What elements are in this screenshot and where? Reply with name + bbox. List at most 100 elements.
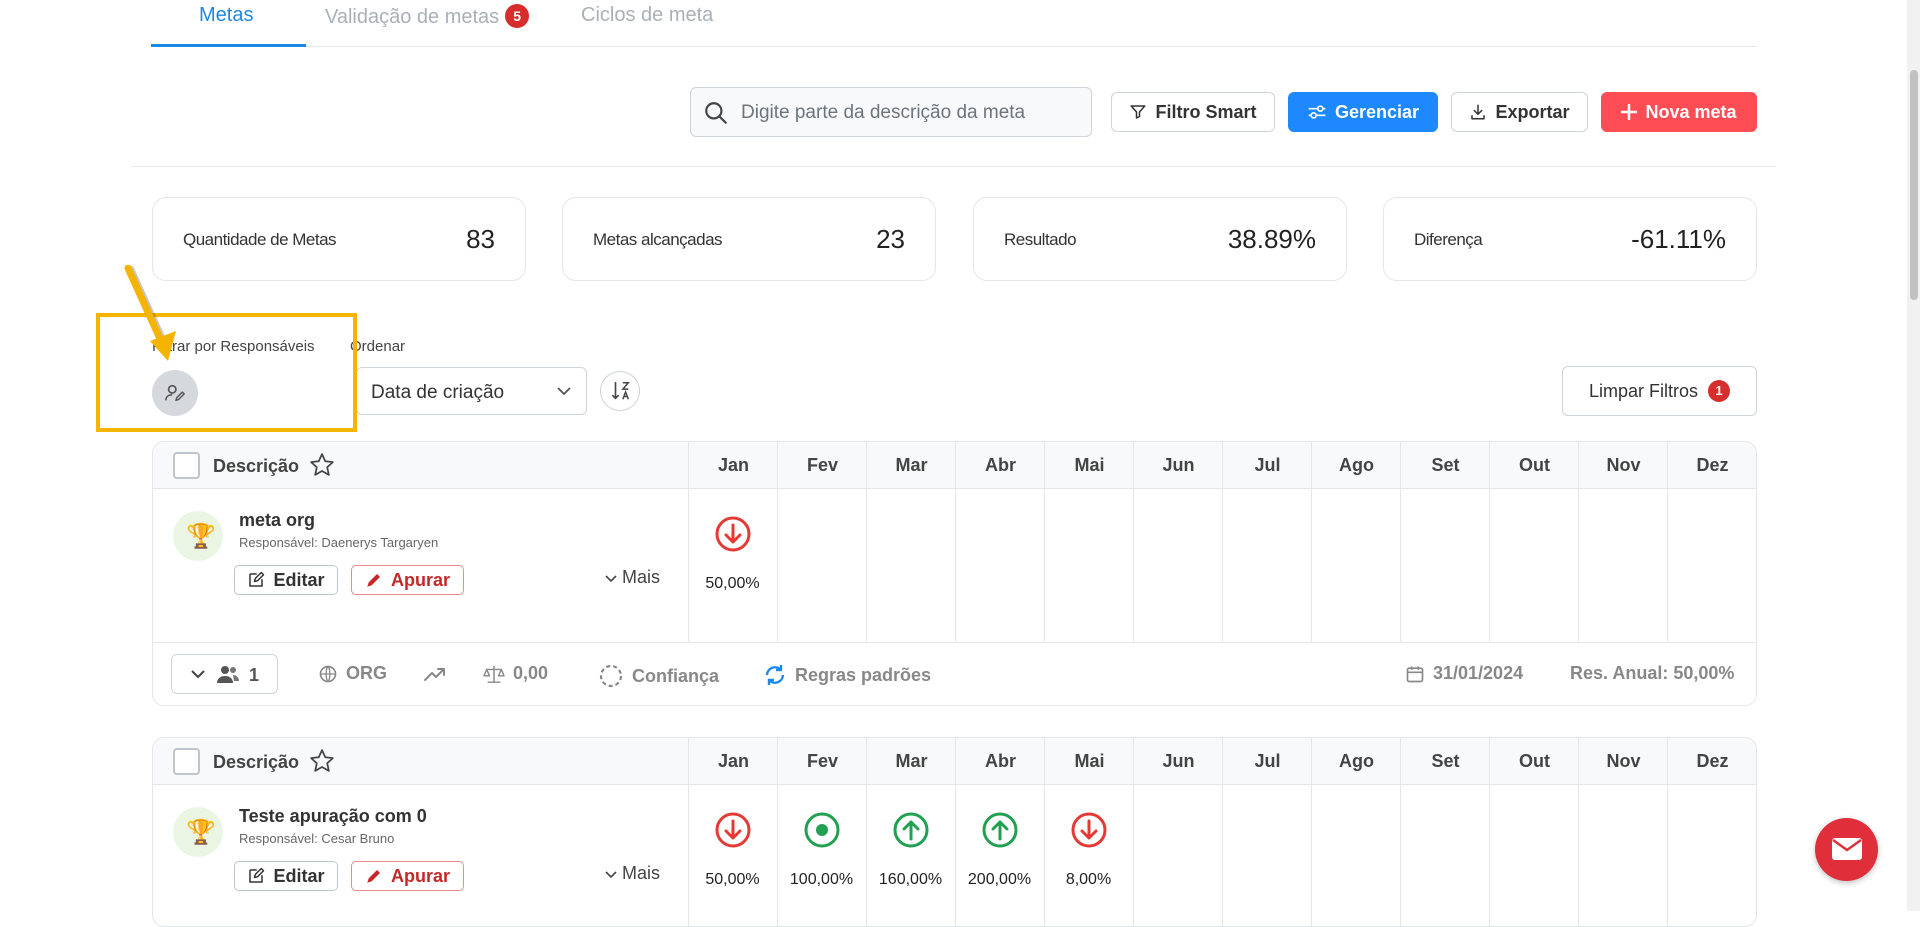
stat-label: Diferença (1414, 230, 1483, 249)
month-label: Set (1431, 751, 1460, 771)
goal-card: Descrição Jan Fev Mar Abr Mai Jun Jul Ag… (152, 441, 1757, 706)
envelope-icon (1832, 838, 1862, 860)
edit-button[interactable]: Editar (234, 861, 338, 891)
arrow-down-circle-icon[interactable] (713, 514, 753, 554)
edit-button[interactable]: Editar (234, 565, 338, 595)
sort-az-icon (611, 381, 630, 400)
month-label: Dez (1696, 455, 1729, 475)
new-goal-button[interactable]: Nova meta (1601, 92, 1757, 132)
balance-scale-icon (483, 665, 505, 683)
confidence-label: Confiança (632, 665, 720, 686)
month-label: Fev (806, 751, 839, 771)
goal-name[interactable]: meta org (239, 510, 315, 531)
select-checkbox[interactable] (173, 452, 200, 479)
scope-info: ORG (318, 663, 387, 684)
month-label: Nov (1606, 751, 1641, 771)
month-label: Jun (1162, 751, 1195, 771)
scope-label: ORG (346, 663, 388, 683)
more-label: Mais (622, 863, 661, 883)
stat-value: 83 (466, 224, 495, 254)
stat-label: Resultado (1004, 230, 1077, 249)
rules-label: Regras padrões (795, 664, 932, 685)
rules-info[interactable]: Regras padrões (763, 663, 931, 687)
select-checkbox[interactable] (173, 748, 200, 775)
arrow-down-circle-icon[interactable] (713, 810, 753, 850)
manage-label: Gerenciar (1334, 101, 1420, 122)
participants-toggle[interactable]: 1 (171, 654, 278, 694)
month-label: Fev (806, 455, 839, 475)
active-tab-indicator (151, 44, 306, 47)
description-header: Descrição (213, 456, 300, 476)
more-toggle[interactable]: Mais (605, 567, 660, 588)
smart-filter-button[interactable]: Filtro Smart (1111, 92, 1275, 132)
month-result-value: 50,00% (705, 575, 760, 592)
order-select[interactable]: Data de criação (356, 367, 587, 415)
tab-bar: Metas Validação de metas 5 Ciclos de meta (151, 0, 1757, 47)
month-column: Nov (1578, 738, 1667, 926)
sort-direction-button[interactable] (600, 371, 640, 411)
tab-validacao-label: Validação de metas (325, 6, 500, 28)
month-label: Nov (1606, 455, 1641, 475)
plus-icon (1621, 104, 1638, 120)
scrollbar-thumb[interactable] (1910, 70, 1918, 300)
month-result-value: 160,00% (878, 871, 943, 888)
edit-label: Editar (273, 865, 325, 886)
month-result-value: 200,00% (967, 871, 1032, 888)
export-button[interactable]: Exportar (1451, 92, 1588, 132)
month-label: Abr (985, 751, 1016, 771)
calendar-icon (1406, 666, 1424, 682)
order-label: Ordenar (350, 338, 406, 355)
edit-icon (249, 571, 265, 587)
arrow-down-circle-icon[interactable] (1069, 810, 1109, 850)
toolbar-divider (131, 166, 1776, 167)
search-icon (705, 102, 727, 124)
target-circle-icon[interactable] (802, 810, 842, 850)
pencil-icon (367, 870, 380, 883)
arrow-up-circle-icon[interactable] (980, 810, 1020, 850)
goal-footer: 1 ORG 0,00 Confiança Regras padrões 31/0… (153, 642, 1756, 705)
apurar-button[interactable]: Apurar (351, 565, 464, 595)
search-input[interactable] (741, 100, 1081, 126)
clear-filters-label: Limpar Filtros (1588, 380, 1699, 401)
more-toggle[interactable]: Mais (605, 863, 660, 884)
goal-responsible: Responsável: Cesar Bruno (239, 831, 395, 846)
month-result-value: 50,00% (705, 871, 760, 888)
month-label: Set (1431, 455, 1460, 475)
month-label: Mar (895, 751, 928, 771)
tab-ciclos-de-meta[interactable]: Ciclos de meta (581, 4, 713, 27)
month-column: Jun (1133, 738, 1222, 926)
clear-filters-button[interactable]: Limpar Filtros 1 (1562, 366, 1757, 416)
weight-value: 0,00 (513, 663, 549, 683)
edit-label: Editar (273, 569, 325, 590)
month-label: Abr (985, 455, 1016, 475)
date-info: 31/01/2024 (1405, 663, 1523, 684)
apurar-button[interactable]: Apurar (351, 861, 464, 891)
annual-result: Res. Anual: 50,00% (1570, 663, 1735, 683)
chevron-down-icon (557, 387, 571, 396)
month-result-value: 8,00% (1065, 871, 1112, 888)
validation-count-badge: 5 (505, 4, 530, 28)
goal-name[interactable]: Teste apuração com 0 (239, 806, 427, 827)
chevron-down-icon (191, 670, 205, 679)
contact-button[interactable] (1815, 818, 1878, 881)
month-label: Dez (1696, 751, 1729, 771)
confidence-dashed-circle-icon (599, 664, 623, 688)
stat-label: Metas alcançadas (593, 230, 723, 249)
arrow-up-circle-icon[interactable] (891, 810, 931, 850)
star-icon[interactable] (309, 452, 335, 478)
chevron-down-icon (605, 575, 617, 583)
stat-card-achieved: Metas alcançadas 23 (562, 197, 936, 281)
trend-up-icon (424, 668, 445, 681)
trophy-icon: 🏆 (173, 807, 223, 857)
manage-button[interactable]: Gerenciar (1288, 92, 1438, 132)
stat-label: Quantidade de Metas (183, 230, 337, 249)
star-icon[interactable] (309, 748, 335, 774)
stat-card-total: Quantidade de Metas 83 (152, 197, 526, 281)
confidence-info[interactable]: Confiança (598, 663, 719, 689)
month-label: Mai (1074, 455, 1105, 475)
tab-metas[interactable]: Metas (199, 4, 253, 27)
new-goal-label: Nova meta (1645, 101, 1737, 122)
tab-validacao-de-metas[interactable]: Validação de metas 5 (325, 4, 530, 29)
smart-filter-label: Filtro Smart (1155, 101, 1257, 122)
month-column: Jul (1222, 738, 1311, 926)
